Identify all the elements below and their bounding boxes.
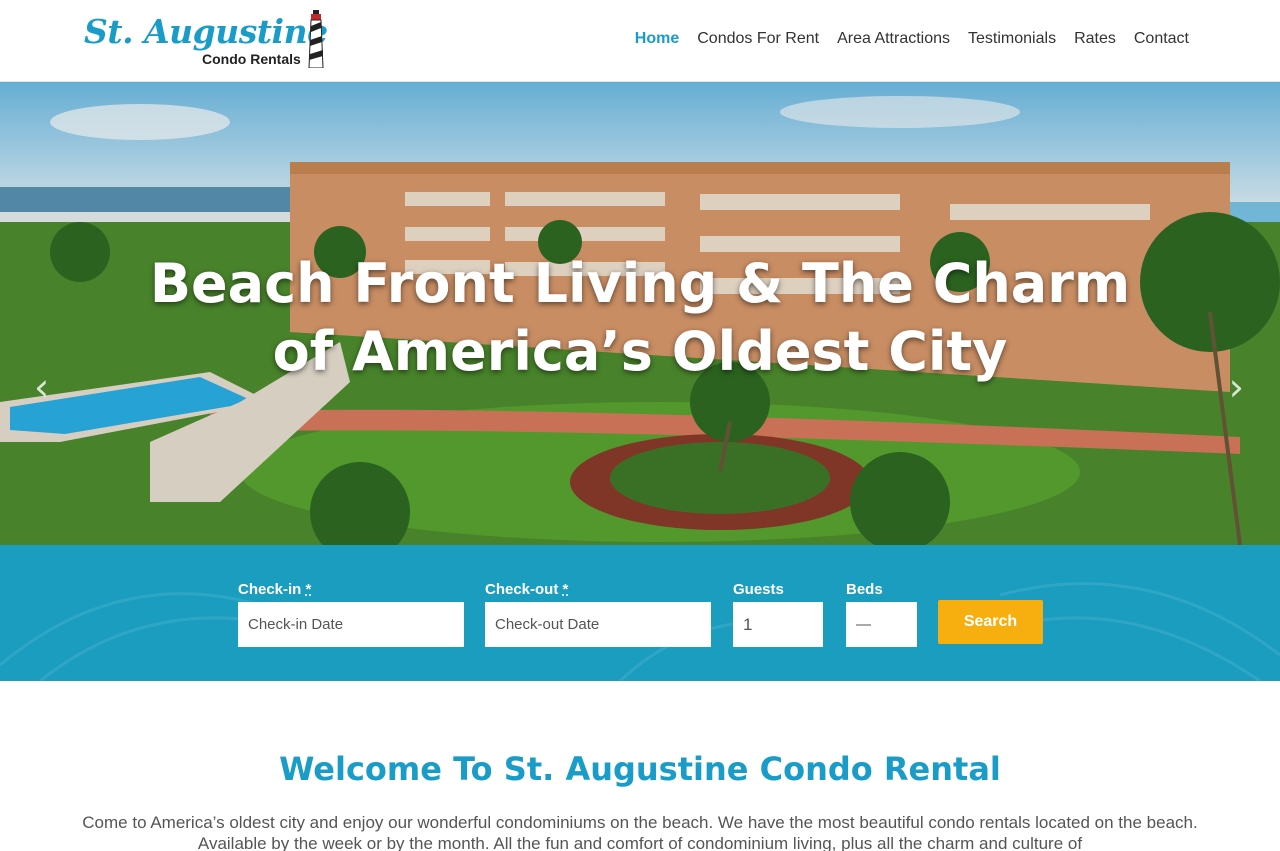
guests-input[interactable]: 1 — [733, 602, 823, 647]
checkin-input[interactable]: Check-in Date — [238, 602, 464, 647]
welcome-title: Welcome To St. Augustine Condo Rental — [279, 750, 1001, 788]
chevron-left-icon[interactable]: ‹ — [34, 365, 49, 409]
nav-condos-for-rent[interactable]: Condos For Rent — [697, 30, 819, 48]
beds-select[interactable]: — — [846, 602, 917, 647]
site-header: St. Augustine Condo Rentals Home Condos … — [0, 0, 1280, 82]
guests-field: Guests 1 — [733, 581, 823, 647]
lighthouse-icon — [308, 10, 324, 68]
hero-slider: Beach Front Living & The Charm of Americ… — [0, 82, 1280, 545]
checkin-required-mark: * — [305, 581, 312, 598]
checkout-required-mark: * — [562, 581, 569, 598]
checkin-label: Check-in — [238, 581, 302, 598]
logo[interactable]: St. Augustine Condo Rentals — [84, 8, 334, 70]
checkout-input[interactable]: Check-out Date — [485, 602, 711, 647]
nav-area-attractions[interactable]: Area Attractions — [837, 30, 950, 48]
search-button[interactable]: Search — [938, 600, 1043, 644]
welcome-text: Come to America’s oldest city and enjoy … — [82, 813, 1198, 851]
hero-title: Beach Front Living & The Charm of Americ… — [0, 250, 1280, 386]
nav-rates[interactable]: Rates — [1074, 30, 1116, 48]
logo-subtitle: Condo Rentals — [202, 51, 301, 67]
checkout-label: Check-out — [485, 581, 559, 598]
main-nav: Home Condos For Rent Area Attractions Te… — [617, 30, 1189, 48]
hero-title-line2: of America’s Oldest City — [272, 320, 1008, 383]
beds-label: Beds — [846, 581, 883, 598]
nav-contact[interactable]: Contact — [1134, 30, 1189, 48]
logo-title: St. Augustine — [84, 12, 328, 51]
checkout-field: Check-out * Check-out Date — [485, 581, 711, 647]
chevron-right-icon[interactable]: › — [1229, 365, 1244, 409]
nav-home[interactable]: Home — [635, 30, 679, 48]
checkin-field: Check-in * Check-in Date — [238, 581, 464, 647]
nav-testimonials[interactable]: Testimonials — [968, 30, 1056, 48]
guests-label: Guests — [733, 581, 784, 598]
beds-field: Beds — — [846, 581, 917, 647]
hero-title-line1: Beach Front Living & The Charm — [149, 252, 1131, 315]
